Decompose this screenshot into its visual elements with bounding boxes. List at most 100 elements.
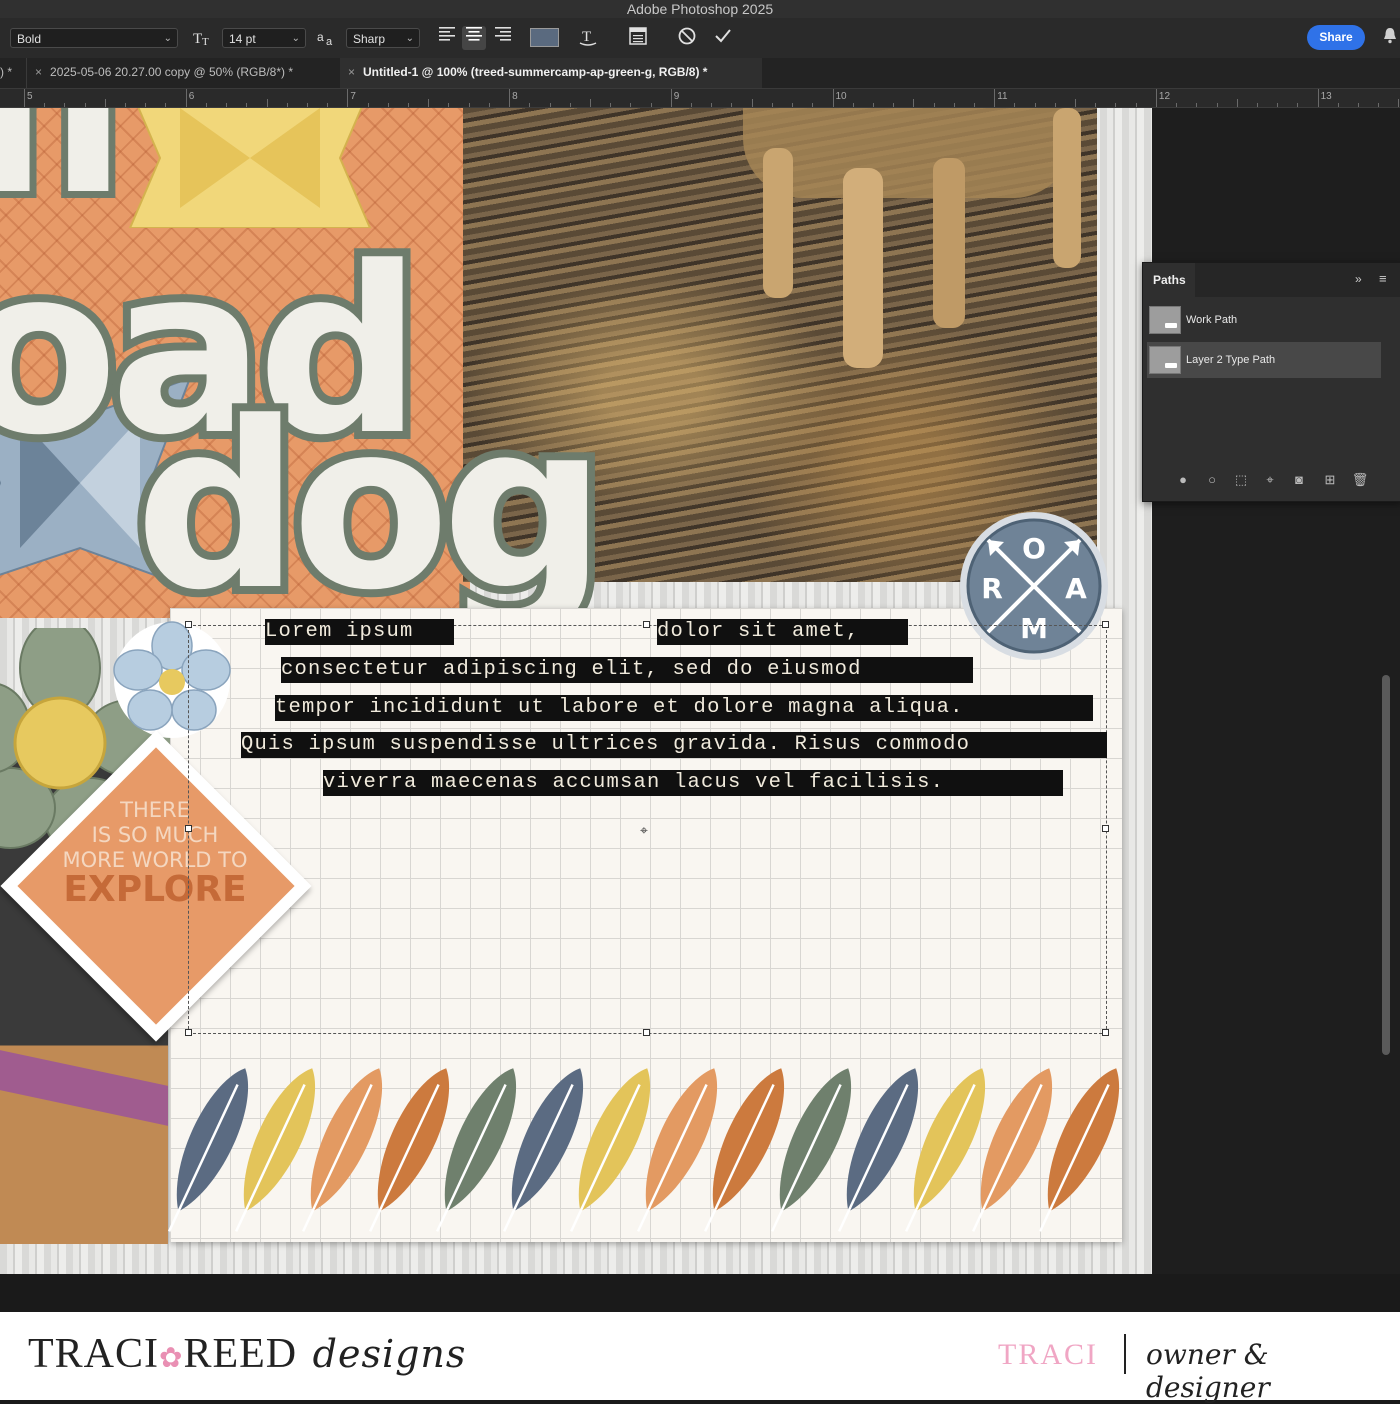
ruler-minor-tick: [1176, 103, 1178, 107]
ruler-minor-tick: [1277, 103, 1279, 107]
close-icon[interactable]: ×: [348, 65, 355, 79]
tab-2025-05-06[interactable]: × 2025-05-06 20.27.00 copy @ 50% (RGB/8*)…: [26, 58, 338, 88]
transform-handle[interactable]: [643, 1029, 650, 1036]
close-icon[interactable]: ×: [35, 65, 42, 79]
ruler-tick: [1317, 89, 1319, 107]
journal-line[interactable]: viverra maecenas accumsan lacus vel faci…: [323, 770, 1063, 796]
tab-paths[interactable]: Paths: [1143, 263, 1195, 297]
make-work-path-icon[interactable]: ⌖: [1261, 471, 1279, 489]
ruler-number: 11: [997, 91, 1008, 102]
fill-path-icon[interactable]: ●: [1174, 471, 1192, 489]
font-size-dropdown[interactable]: 14 pt ⌄: [222, 28, 306, 48]
transform-handle[interactable]: [185, 621, 192, 628]
character-panel-button[interactable]: [626, 26, 650, 50]
svg-text:T: T: [202, 36, 209, 48]
journal-line[interactable]: Quis ipsum suspendisse ultrices gravida.…: [241, 732, 1107, 758]
title-bar: Adobe Photoshop 2025: [0, 0, 1400, 18]
ruler-minor-tick: [306, 103, 308, 107]
add-mask-icon[interactable]: ◙: [1290, 471, 1308, 489]
new-path-icon[interactable]: ⊞: [1321, 471, 1339, 489]
journal-line[interactable]: Lorem ipsum: [265, 619, 454, 645]
transform-handle[interactable]: [185, 1029, 192, 1036]
badge-letter: O: [1022, 532, 1046, 565]
chevron-down-icon: ⌄: [291, 33, 300, 44]
ruler-minor-tick: [569, 103, 571, 107]
svg-text:T: T: [582, 29, 591, 45]
ruler-minor-tick: [266, 99, 268, 107]
delete-path-icon[interactable]: 🗑: [1351, 471, 1369, 489]
path-row-work-path[interactable]: Work Path: [1147, 302, 1381, 338]
journal-line[interactable]: consectetur adipiscing elit, sed do eius…: [281, 657, 973, 683]
dog-leg: [933, 158, 965, 328]
svg-text:a: a: [317, 30, 324, 44]
transform-handle[interactable]: [185, 825, 192, 832]
tab-label: Untitled-1 @ 100% (treed-summercamp-ap-g…: [363, 65, 708, 79]
ruler-minor-tick: [1196, 103, 1198, 107]
path-label: Layer 2 Type Path: [1186, 354, 1276, 366]
journal-line[interactable]: dolor sit amet,: [657, 619, 908, 645]
ruler-minor-tick: [1216, 103, 1218, 107]
share-button[interactable]: Share: [1307, 25, 1365, 50]
badge-letter: R: [981, 572, 1003, 605]
options-bar: Bold ⌄ TT 14 pt ⌄ aa Sharp ⌄ T Share: [0, 18, 1400, 58]
tab-label: 2025-05-06 20.27.00 copy @ 50% (RGB/8*) …: [50, 65, 294, 79]
path-row-layer-2-type-path[interactable]: Layer 2 Type Path: [1147, 342, 1381, 378]
load-selection-icon[interactable]: ⬚: [1232, 471, 1250, 489]
tab-label: ) *: [0, 65, 12, 79]
ruler-minor-tick: [953, 103, 955, 107]
transform-handle[interactable]: [1102, 621, 1109, 628]
vertical-scrollbar[interactable]: [1382, 675, 1390, 1055]
title-word-dog: dog: [127, 374, 614, 641]
text-color-swatch[interactable]: [530, 28, 559, 47]
font-style-value: Bold: [17, 32, 42, 46]
transform-handle[interactable]: [1102, 825, 1109, 832]
transform-handle[interactable]: [1102, 1029, 1109, 1036]
font-style-dropdown[interactable]: Bold ⌄: [10, 28, 178, 48]
ruler-minor-tick: [367, 103, 369, 107]
ruler-minor-tick: [973, 103, 975, 107]
ruler-minor-tick: [246, 103, 248, 107]
ruler-minor-tick: [893, 103, 895, 107]
ruler-tick: [832, 89, 834, 107]
align-left-button[interactable]: [435, 26, 459, 50]
notifications-bell-icon[interactable]: [1378, 26, 1400, 50]
tab-partial[interactable]: ) *: [0, 58, 26, 88]
tab-untitled-1[interactable]: × Untitled-1 @ 100% (treed-summercamp-ap-…: [340, 58, 762, 88]
ruler-minor-tick: [1297, 103, 1299, 107]
ruler-minor-tick: [711, 103, 713, 107]
ruler-minor-tick: [488, 103, 490, 107]
transform-handle[interactable]: [643, 621, 650, 628]
svg-text:T: T: [193, 31, 202, 47]
ruler-minor-tick: [125, 103, 127, 107]
ruler-tick: [670, 89, 672, 107]
ribbon-icon: ✿: [159, 1343, 184, 1374]
ruler-minor-tick: [731, 103, 733, 107]
ruler-minor-tick: [1378, 103, 1380, 107]
ruler-tick: [185, 89, 187, 107]
dog-leg: [843, 168, 883, 368]
ruler-tick: [347, 89, 349, 107]
collapse-panel-icon[interactable]: »: [1355, 272, 1362, 286]
ruler-minor-tick: [387, 103, 389, 107]
journal-line[interactable]: tempor incididunt ut labore et dolore ma…: [275, 695, 1093, 721]
panel-menu-icon[interactable]: ≡: [1379, 271, 1387, 286]
reference-point-icon[interactable]: ⌖: [640, 822, 648, 839]
ruler-minor-tick: [145, 103, 147, 107]
align-center-button[interactable]: [462, 26, 486, 50]
ruler-minor-tick: [1358, 103, 1360, 107]
ruler-number: 9: [673, 91, 680, 102]
chevron-down-icon: ⌄: [163, 33, 172, 44]
align-right-button[interactable]: [491, 26, 515, 50]
stroke-path-icon[interactable]: ○: [1203, 471, 1221, 489]
ruler-number: 6: [188, 91, 195, 102]
ruler-minor-tick: [1115, 103, 1117, 107]
commit-checkmark-icon[interactable]: [711, 26, 735, 50]
ruler-minor-tick: [1054, 103, 1056, 107]
cancel-icon[interactable]: [675, 26, 699, 50]
warp-text-button[interactable]: T: [576, 26, 600, 50]
document-canvas[interactable]: ll oad dog THERE IS SO MUCH MORE WORLD T…: [0, 108, 1152, 1274]
ruler-number: 12: [1158, 91, 1171, 102]
anti-alias-dropdown[interactable]: Sharp ⌄: [346, 28, 420, 48]
ruler-minor-tick: [408, 103, 410, 107]
anti-alias-icon: aa: [314, 26, 338, 50]
